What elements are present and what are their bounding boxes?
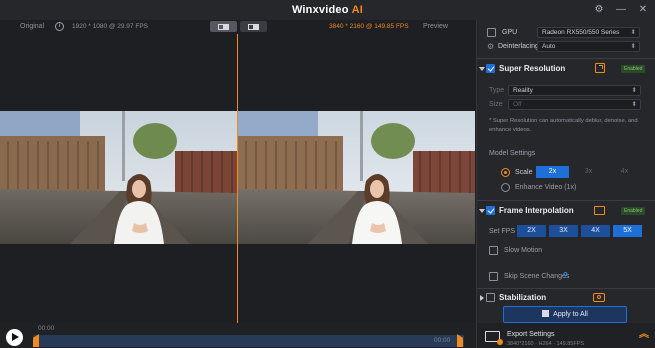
enhance-video-label: Enhance Video (1x) xyxy=(515,184,577,191)
scale-radio[interactable] xyxy=(501,168,510,177)
interpolation-icon xyxy=(594,206,605,215)
original-frame-image xyxy=(0,111,237,244)
play-button[interactable] xyxy=(6,329,23,346)
set-fps-label: Set FPS xyxy=(489,228,516,235)
frame-interpolation-checkbox[interactable] xyxy=(486,206,495,215)
apply-to-all-button[interactable]: Apply to All xyxy=(503,306,627,323)
model-settings-label: Model Settings xyxy=(489,150,536,157)
side-by-side-view-button[interactable] xyxy=(240,21,267,32)
original-resolution: 1920 * 1080 @ 29.97 FPS xyxy=(72,23,148,30)
export-settings-icon xyxy=(485,331,503,345)
deinterlacing-label: Deinterlacing xyxy=(498,43,539,50)
super-resolution-title: Super Resolution xyxy=(499,64,566,73)
settings-icon[interactable]: ⚙ xyxy=(593,3,605,16)
export-settings-title: Export Settings xyxy=(507,331,555,338)
slow-motion-checkbox[interactable] xyxy=(489,246,498,255)
skip-scene-changes-checkbox[interactable] xyxy=(489,272,498,281)
fps-5x-option[interactable]: 5X xyxy=(613,225,642,237)
output-resolution: 3840 * 2160 @ 149.85 FPS xyxy=(329,23,409,30)
help-icon[interactable]: ? xyxy=(563,272,570,280)
original-video-frame xyxy=(0,111,237,244)
output-video-frame xyxy=(238,111,475,244)
gpu-select[interactable]: Radeon RX550/550 Series xyxy=(537,27,640,38)
scale-2x-option[interactable]: 2x xyxy=(536,166,569,178)
timeline-start-time: 00:00 xyxy=(38,325,55,332)
app-title-accent: AI xyxy=(351,4,364,16)
scale-4x-option[interactable]: 4x xyxy=(608,166,641,178)
split-divider[interactable] xyxy=(237,34,238,323)
stabilization-title: Stabilization xyxy=(499,293,547,302)
preview-label: Preview xyxy=(423,23,448,30)
divider xyxy=(477,288,655,289)
super-resolution-checkbox[interactable] xyxy=(486,64,495,73)
settings-panel: GPU Radeon RX550/550 Series ⚙ Deinterlac… xyxy=(476,20,655,348)
apply-to-all-label: Apply to All xyxy=(553,311,588,318)
collapse-caret-icon[interactable] xyxy=(479,67,485,71)
fps-4x-option[interactable]: 4X xyxy=(581,225,610,237)
preview-header: Original i 1920 * 1080 @ 29.97 FPS 3840 … xyxy=(0,20,476,34)
export-settings-bar[interactable]: Export Settings 3840*2160 · H264 · 149.8… xyxy=(477,323,655,348)
skip-scene-changes-label: Skip Scene Changes xyxy=(504,273,570,280)
type-label: Type xyxy=(489,87,505,94)
fps-2x-option[interactable]: 2X xyxy=(517,225,546,237)
info-icon[interactable]: i xyxy=(55,22,64,31)
apply-all-icon xyxy=(542,310,550,317)
enhance-video-radio[interactable] xyxy=(501,183,510,192)
timeline-bar: 00:00 00:00 xyxy=(0,323,476,348)
timeline-track[interactable] xyxy=(33,335,464,347)
scale-3x-option[interactable]: 3x xyxy=(572,166,605,178)
output-frame-image xyxy=(238,111,475,244)
divider xyxy=(477,58,655,59)
gpu-label: GPU xyxy=(502,29,518,36)
window-controls: ⚙ — ✕ xyxy=(593,3,649,16)
title-bar: Winxvideo AI ⚙ — ✕ xyxy=(0,0,655,20)
app-title: Winxvideo AI xyxy=(0,4,655,16)
type-select[interactable]: Reality xyxy=(508,85,641,96)
collapse-caret-icon[interactable] xyxy=(479,209,485,213)
preview-area: Original i 1920 * 1080 @ 29.97 FPS 3840 … xyxy=(0,20,476,323)
scale-label: Scale xyxy=(515,169,533,176)
upscale-icon xyxy=(595,63,605,73)
chevron-up-icon[interactable]: ︽ xyxy=(639,330,649,340)
split-view-button[interactable] xyxy=(210,21,237,32)
app-title-main: Winxvideo xyxy=(291,4,349,16)
side-by-side-icon xyxy=(248,23,259,30)
super-resolution-status-badge: Enabled xyxy=(621,65,646,73)
deinterlace-icon: ⚙ xyxy=(487,42,495,51)
slow-motion-label: Slow Motion xyxy=(504,247,543,254)
timeline-end-time: 00:00 xyxy=(434,337,451,344)
size-label: Size xyxy=(489,101,503,108)
fps-3x-option[interactable]: 3X xyxy=(549,225,578,237)
original-label: Original xyxy=(20,23,45,30)
close-icon[interactable]: ✕ xyxy=(637,3,649,16)
split-view-icon xyxy=(218,23,229,30)
frame-interpolation-title: Frame Interpolation xyxy=(499,206,574,215)
size-select[interactable]: Off xyxy=(508,99,641,110)
gpu-checkbox[interactable] xyxy=(487,28,496,37)
export-settings-details: 3840*2160 · H264 · 149.85FPS xyxy=(507,341,585,347)
super-resolution-description: * Super Resolution can automatically deb… xyxy=(489,118,638,133)
divider xyxy=(477,200,655,201)
expand-caret-icon[interactable] xyxy=(480,295,484,301)
stabilization-checkbox[interactable] xyxy=(486,293,495,302)
camera-icon xyxy=(593,293,605,302)
deinterlacing-select[interactable]: Auto xyxy=(537,41,640,52)
minimize-icon[interactable]: — xyxy=(615,3,627,16)
frame-interpolation-status-badge: Enabled xyxy=(621,207,646,215)
